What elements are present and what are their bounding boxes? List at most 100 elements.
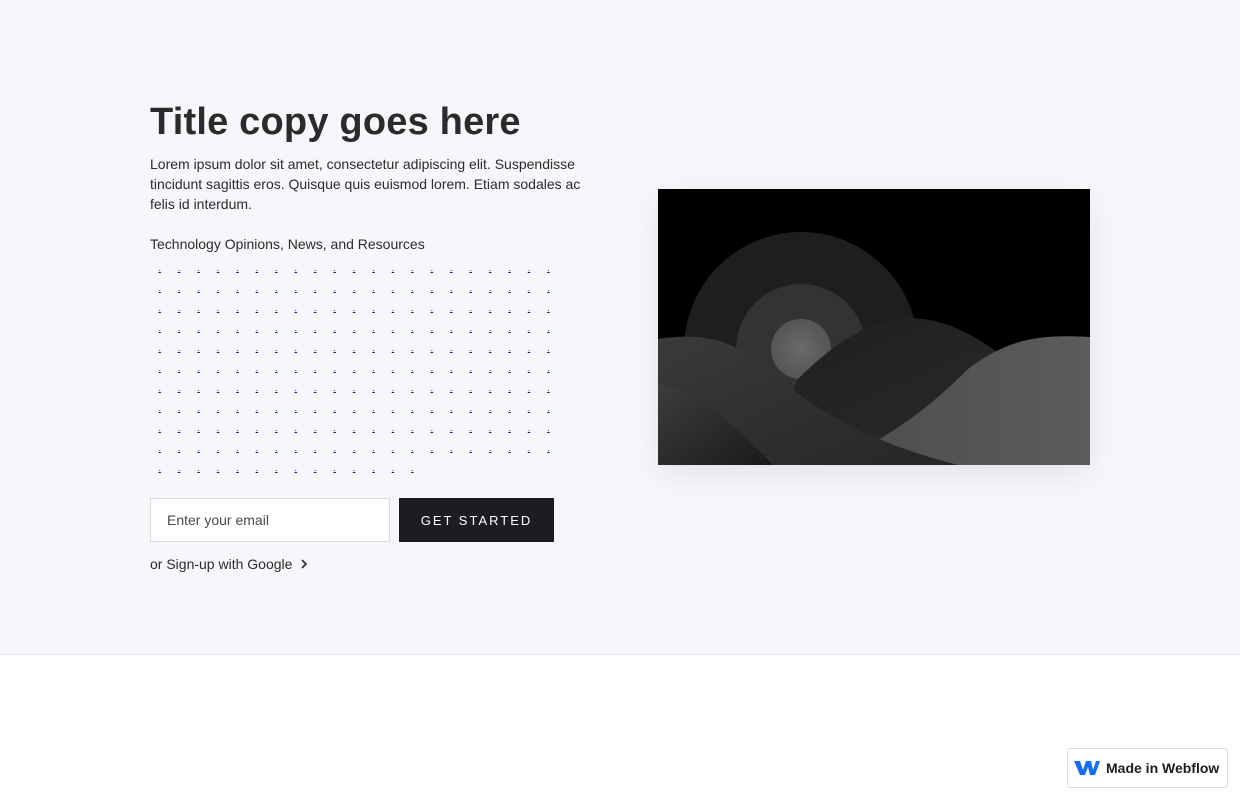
resource-link[interactable]: .	[306, 358, 325, 378]
resource-link[interactable]: .	[500, 418, 519, 438]
resource-link[interactable]: .	[519, 258, 538, 278]
resource-link[interactable]: .	[150, 358, 169, 378]
resource-link[interactable]: .	[228, 398, 247, 418]
resource-link[interactable]: .	[539, 258, 558, 278]
resource-link[interactable]: .	[442, 438, 461, 458]
resource-link[interactable]: .	[267, 278, 286, 298]
resource-link[interactable]: .	[306, 338, 325, 358]
resource-link[interactable]: .	[480, 398, 499, 418]
resource-link[interactable]: .	[403, 418, 422, 438]
resource-link[interactable]: .	[208, 298, 227, 318]
resource-link[interactable]: .	[306, 418, 325, 438]
resource-link[interactable]: .	[150, 318, 169, 338]
resource-link[interactable]: .	[325, 378, 344, 398]
resource-link[interactable]: .	[500, 258, 519, 278]
resource-link[interactable]: .	[286, 418, 305, 438]
resource-link[interactable]: .	[344, 398, 363, 418]
resource-link[interactable]: .	[442, 338, 461, 358]
resource-link[interactable]: .	[461, 258, 480, 278]
resource-link[interactable]: .	[403, 438, 422, 458]
resource-link[interactable]: .	[364, 378, 383, 398]
resource-link[interactable]: .	[461, 398, 480, 418]
resource-link[interactable]: .	[247, 278, 266, 298]
resource-link[interactable]: .	[286, 338, 305, 358]
resource-link[interactable]: .	[267, 358, 286, 378]
resource-link[interactable]: .	[169, 298, 188, 318]
resource-link[interactable]: .	[461, 278, 480, 298]
resource-link[interactable]: .	[169, 278, 188, 298]
resource-link[interactable]: .	[228, 418, 247, 438]
resource-link[interactable]: .	[461, 358, 480, 378]
resource-link[interactable]: .	[208, 398, 227, 418]
resource-link[interactable]: .	[325, 358, 344, 378]
resource-link[interactable]: .	[169, 318, 188, 338]
resource-link[interactable]: .	[442, 298, 461, 318]
resource-link[interactable]: .	[306, 278, 325, 298]
resource-link[interactable]: .	[480, 298, 499, 318]
resource-link[interactable]: .	[461, 418, 480, 438]
resource-link[interactable]: .	[461, 438, 480, 458]
resource-link[interactable]: .	[169, 438, 188, 458]
resource-link[interactable]: .	[539, 358, 558, 378]
resource-link[interactable]: .	[403, 258, 422, 278]
resource-link[interactable]: .	[364, 278, 383, 298]
resource-link[interactable]: .	[247, 318, 266, 338]
resource-link[interactable]: .	[422, 258, 441, 278]
resource-link[interactable]: .	[383, 338, 402, 358]
resource-link[interactable]: .	[461, 338, 480, 358]
resource-link[interactable]: .	[519, 378, 538, 398]
resource-link[interactable]: .	[267, 458, 286, 478]
resource-link[interactable]: .	[442, 258, 461, 278]
resource-link[interactable]: .	[383, 398, 402, 418]
resource-link[interactable]: .	[228, 258, 247, 278]
resource-link[interactable]: .	[519, 438, 538, 458]
resource-link[interactable]: .	[208, 378, 227, 398]
resource-link[interactable]: .	[228, 378, 247, 398]
resource-link[interactable]: .	[422, 398, 441, 418]
resource-link[interactable]: .	[364, 438, 383, 458]
resource-link[interactable]: .	[189, 398, 208, 418]
resource-link[interactable]: .	[519, 338, 538, 358]
resource-link[interactable]: .	[500, 338, 519, 358]
resource-link[interactable]: .	[267, 298, 286, 318]
resource-link[interactable]: .	[480, 378, 499, 398]
resource-link[interactable]: .	[500, 358, 519, 378]
resource-link[interactable]: .	[306, 258, 325, 278]
get-started-button[interactable]: GET STARTED	[399, 498, 554, 542]
resource-link[interactable]: .	[539, 298, 558, 318]
resource-link[interactable]: .	[189, 438, 208, 458]
resource-link[interactable]: .	[442, 278, 461, 298]
resource-link[interactable]: .	[500, 398, 519, 418]
resource-link[interactable]: .	[150, 278, 169, 298]
resource-link[interactable]: .	[539, 318, 558, 338]
resource-link[interactable]: .	[403, 458, 422, 478]
resource-link[interactable]: .	[208, 258, 227, 278]
resource-link[interactable]: .	[383, 458, 402, 478]
resource-link[interactable]: .	[383, 418, 402, 438]
resource-link[interactable]: .	[208, 458, 227, 478]
resource-link[interactable]: .	[267, 318, 286, 338]
resource-link[interactable]: .	[208, 358, 227, 378]
resource-link[interactable]: .	[208, 438, 227, 458]
resource-link[interactable]: .	[422, 338, 441, 358]
resource-link[interactable]: .	[344, 338, 363, 358]
resource-link[interactable]: .	[189, 458, 208, 478]
resource-link[interactable]: .	[364, 338, 383, 358]
resource-link[interactable]: .	[169, 378, 188, 398]
resource-link[interactable]: .	[189, 318, 208, 338]
resource-link[interactable]: .	[286, 438, 305, 458]
resource-link[interactable]: .	[286, 358, 305, 378]
resource-link[interactable]: .	[480, 278, 499, 298]
resource-link[interactable]: .	[519, 278, 538, 298]
resource-link[interactable]: .	[247, 298, 266, 318]
resource-link[interactable]: .	[519, 358, 538, 378]
resource-link[interactable]: .	[189, 418, 208, 438]
resource-link[interactable]: .	[306, 298, 325, 318]
resource-link[interactable]: .	[325, 438, 344, 458]
resource-link[interactable]: .	[228, 438, 247, 458]
resource-link[interactable]: .	[150, 418, 169, 438]
resource-link[interactable]: .	[480, 438, 499, 458]
resource-link[interactable]: .	[150, 258, 169, 278]
resource-link[interactable]: .	[539, 418, 558, 438]
resource-link[interactable]: .	[228, 318, 247, 338]
